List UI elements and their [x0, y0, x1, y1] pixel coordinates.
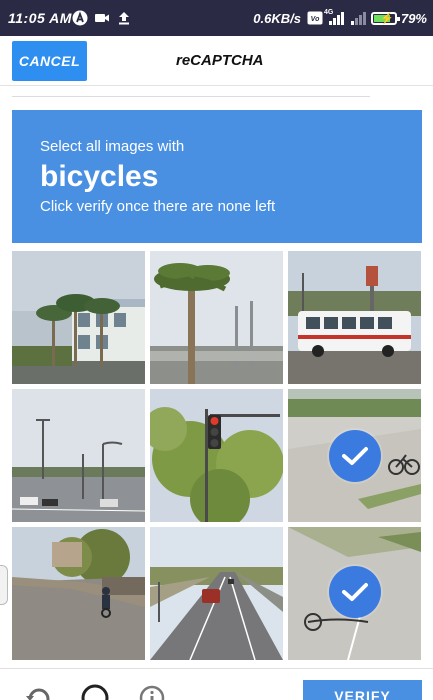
battery-percent: 79%: [400, 10, 427, 26]
battery-charging-icon: ⚡: [370, 11, 400, 25]
image-tile-2[interactable]: [150, 251, 283, 384]
reload-icon[interactable]: [24, 683, 54, 700]
image-tile-7[interactable]: [12, 527, 145, 660]
verify-button[interactable]: VERIFY: [303, 680, 422, 700]
video-icon: [95, 14, 109, 22]
app-a-icon: [72, 10, 88, 26]
image-grid: [12, 251, 422, 660]
divider: [12, 96, 370, 97]
challenge-banner: Select all images with bicycles Click ve…: [12, 110, 422, 243]
upload-icon: [119, 12, 129, 25]
footer-bar: VERIFY: [0, 668, 433, 700]
image-tile-1[interactable]: [12, 251, 145, 384]
image-tile-3[interactable]: [288, 251, 421, 384]
svg-text:Vo: Vo: [311, 16, 320, 23]
image-tile-5[interactable]: [150, 389, 283, 522]
selected-checkmark-icon: [329, 566, 381, 618]
signal-icon: 4G: [324, 9, 345, 25]
scroll-handle[interactable]: [0, 565, 8, 605]
image-tile-8[interactable]: [150, 527, 283, 660]
signal-weak-icon: [349, 11, 367, 25]
selected-checkmark-icon: [329, 430, 381, 482]
page-title: reCAPTCHA: [176, 52, 264, 69]
image-tile-9[interactable]: [288, 527, 421, 660]
challenge-object: bicycles: [40, 160, 159, 193]
image-tile-4[interactable]: [12, 389, 145, 522]
challenge-instruction: Select all images with: [40, 138, 185, 155]
vowifi-icon: Vo: [307, 11, 323, 25]
header-bar: CANCEL reCAPTCHA: [0, 36, 433, 86]
status-time: 11:05 AM: [8, 10, 72, 26]
challenge-subtext: Click verify once there are none left: [40, 198, 276, 215]
status-bar: 11:05 AM 0.6KB/s Vo 4G ⚡ 79%: [0, 0, 433, 36]
image-tile-6[interactable]: [288, 389, 421, 522]
info-icon[interactable]: [137, 683, 167, 700]
audio-icon[interactable]: [80, 683, 110, 700]
network-speed: 0.6KB/s: [253, 10, 301, 26]
cancel-button[interactable]: CANCEL: [12, 41, 87, 81]
